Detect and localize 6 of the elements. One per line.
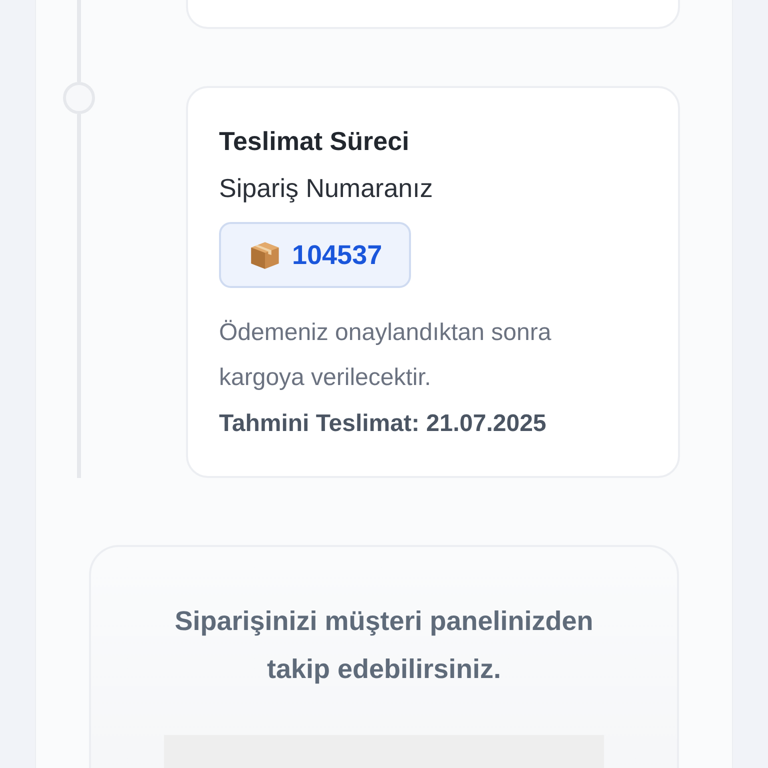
info-text: Siparişinizi müşteri panelinizden takip edebilirsiniz. (174, 605, 594, 686)
estimated-delivery: Tahmini Teslimat: 21.07.2025 (219, 410, 548, 438)
order-label: Sipariş Numaranız (219, 173, 434, 204)
order-number: 104537 (292, 240, 382, 270)
step-description: Ödemeniz onaylandıktan sonra kargoya verilecektir. (219, 318, 552, 393)
step-title: Teslimat Süreci (219, 126, 410, 157)
